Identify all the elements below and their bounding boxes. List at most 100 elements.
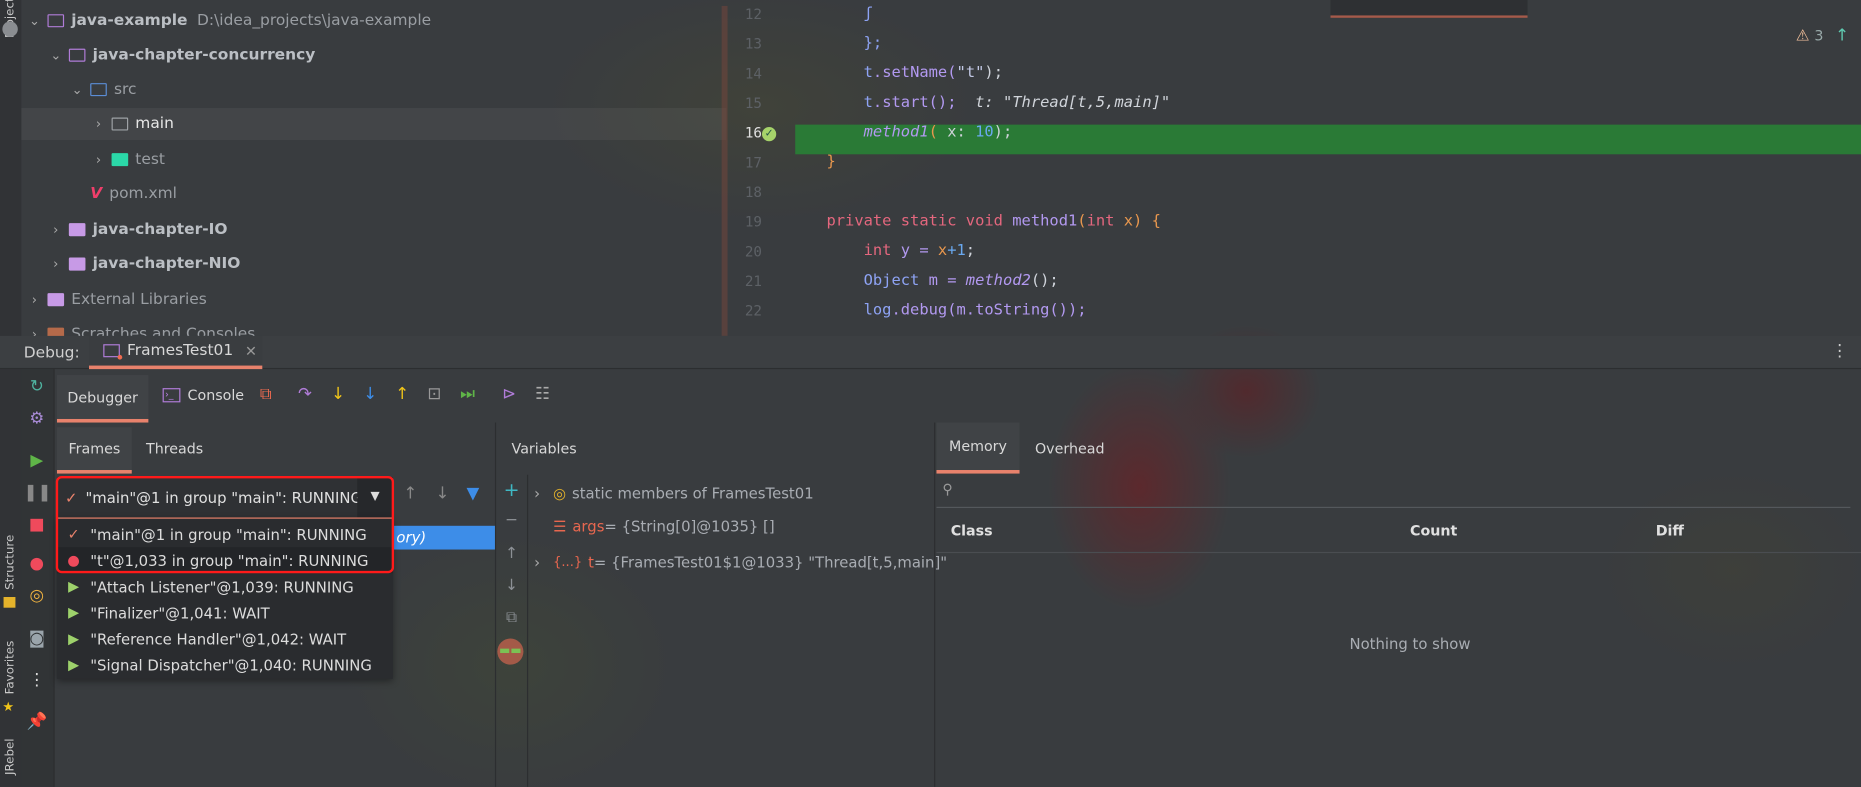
force-step-into-icon[interactable]: ↓	[360, 385, 381, 404]
filter-icon[interactable]: ▼	[466, 484, 479, 503]
tree-item[interactable]: ⌄ src	[21, 75, 137, 103]
memory-search-input[interactable]: ⚲	[936, 477, 1851, 508]
tab-threads[interactable]: Threads	[146, 440, 203, 457]
run-to-cursor-icon[interactable]: ⏭	[457, 385, 478, 404]
line-number[interactable]: 13	[726, 36, 762, 53]
code-line[interactable]: t.start(); t: "Thread[t,5,main]"	[789, 94, 1171, 112]
structure-tool-tab[interactable]: Structure	[0, 532, 21, 594]
chevron-right-icon[interactable]: ›	[26, 291, 43, 306]
line-number[interactable]: 21	[726, 273, 762, 290]
more-options-icon[interactable]: ⋮	[1831, 342, 1848, 361]
code-line[interactable]: ʃ	[789, 5, 873, 23]
camera-icon[interactable]: ◙	[24, 629, 50, 648]
move-down-icon[interactable]: ↓	[503, 577, 520, 595]
column-count[interactable]: Count	[1410, 522, 1457, 539]
line-number[interactable]: 14	[726, 65, 762, 82]
code-line[interactable]: method1( x: 10);	[789, 123, 1013, 141]
tab-overhead[interactable]: Overhead	[1035, 440, 1105, 457]
tab-frames[interactable]: Frames	[56, 427, 132, 474]
chevron-right-icon[interactable]: ›	[534, 484, 553, 502]
editor-tab-active[interactable]	[1330, 0, 1528, 18]
code-line[interactable]: t.setName("t");	[789, 64, 1003, 82]
next-frame-icon[interactable]: ↓	[436, 484, 450, 503]
settings-gear-icon[interactable]: ⚙	[24, 409, 50, 428]
column-class[interactable]: Class	[951, 522, 993, 539]
line-number[interactable]: 18	[726, 184, 762, 201]
trace-list-icon[interactable]: ☷	[532, 385, 553, 404]
tree-item[interactable]: Vpom.xml	[21, 179, 177, 207]
line-number[interactable]: 12	[726, 6, 762, 23]
stop-icon[interactable]: ■	[24, 515, 50, 534]
line-number[interactable]: 16	[726, 125, 762, 142]
add-watch-icon[interactable]: +	[503, 478, 520, 501]
favorites-tool-tab[interactable]: Favorites	[0, 635, 21, 700]
pause-icon[interactable]: ❚❚	[24, 483, 52, 502]
step-into-icon[interactable]: ↓	[328, 385, 349, 404]
chevron-down-icon[interactable]: ⌄	[69, 81, 86, 96]
tree-item[interactable]: › main	[21, 109, 174, 137]
session-tab-framestest01[interactable]: FramesTest01 ✕	[89, 335, 263, 370]
mute-breakpoints-icon[interactable]: ◎	[24, 586, 50, 605]
step-out-icon[interactable]: ↑	[392, 385, 413, 404]
code-line[interactable]: log.debug(m.toString());	[789, 301, 1087, 320]
chevron-right-icon[interactable]: ›	[90, 116, 107, 131]
tree-item[interactable]: › java-chapter-IO	[21, 215, 227, 243]
view-breakpoints-icon[interactable]: ●	[24, 554, 50, 573]
code-line[interactable]: };	[789, 34, 883, 52]
tree-item[interactable]: › External Libraries	[21, 285, 207, 313]
glasses-icon[interactable]: ▬▬	[497, 638, 524, 665]
tree-item[interactable]: › test	[21, 145, 165, 173]
code-token: .debug(m.toString());	[891, 301, 1087, 320]
tree-item[interactable]: › java-chapter-NIO	[21, 249, 240, 277]
code-line[interactable]: private static void method1(int x) {	[789, 212, 1160, 230]
inspection-widget[interactable]: ⚠ 3 ↑	[1796, 26, 1849, 45]
tab-debugger[interactable]: Debugger	[56, 375, 149, 423]
copy-icon[interactable]: ⧉	[503, 609, 520, 627]
resume-icon[interactable]: ▶	[24, 451, 50, 470]
breakpoint-verified-icon[interactable]: ✓	[761, 126, 777, 142]
remove-watch-icon[interactable]: −	[503, 512, 520, 530]
tree-item[interactable]: ⌄ java-chapter-concurrency	[21, 40, 315, 68]
more-icon[interactable]: ⋮	[24, 671, 50, 690]
chevron-down-icon[interactable]: ⌄	[47, 47, 64, 62]
chevron-right-icon[interactable]: ›	[90, 151, 107, 166]
line-number[interactable]: 15	[726, 95, 762, 112]
selected-frame[interactable]: ory)	[391, 525, 495, 550]
variable-args[interactable]: ☰ args = {String[0]@1035} []	[553, 513, 775, 539]
line-number[interactable]: 22	[726, 303, 762, 320]
code-line[interactable]: }	[789, 153, 835, 171]
variable-value: = {FramesTest01$1@1033} "Thread[t,5,main…	[593, 552, 948, 571]
line-number[interactable]: 17	[726, 154, 762, 171]
code-editor[interactable]: ⚠ 3 ↑ 12 ʃ 13 }; 14 t.setName("t"); 15 t.st…	[721, 0, 1861, 336]
tab-debugger-label: Debugger	[67, 388, 138, 406]
step-over-icon[interactable]: ↷	[294, 385, 315, 404]
tab-console[interactable]: ›_ Console	[162, 387, 244, 404]
chevron-down-icon[interactable]: ⌄	[26, 12, 43, 27]
arrow-up-icon[interactable]: ↑	[1835, 26, 1849, 45]
line-number[interactable]: 19	[726, 214, 762, 231]
variable-t[interactable]: › {...} t = {FramesTest01$1@1033} "Threa…	[534, 548, 947, 574]
move-up-icon[interactable]: ↑	[503, 545, 520, 563]
evaluate-expression-icon[interactable]: ⊳	[498, 385, 519, 404]
rerun-icon[interactable]: ↻	[24, 377, 50, 396]
previous-frame-icon[interactable]: ↑	[404, 484, 418, 503]
jrebel-tool-tab[interactable]: JRebel	[0, 730, 21, 783]
close-icon[interactable]: ✕	[245, 342, 257, 359]
variable-static-members[interactable]: › ◎ static members of FramesTest01	[534, 480, 814, 506]
thread-option[interactable]: ▶ "Reference Handler"@1,042: WAIT	[57, 625, 393, 651]
line-number[interactable]: 20	[726, 243, 762, 260]
code-line[interactable]: int y = x+1;	[789, 242, 975, 260]
thread-option[interactable]: ▶ "Signal Dispatcher"@1,040: RUNNING	[57, 652, 393, 678]
drop-frame-icon[interactable]: ⊡	[424, 385, 445, 404]
column-diff[interactable]: Diff	[1656, 522, 1684, 539]
chevron-right-icon[interactable]: ›	[534, 553, 553, 571]
tab-memory[interactable]: Memory	[936, 422, 1020, 474]
chevron-right-icon[interactable]: ›	[47, 256, 64, 271]
thread-option[interactable]: ▶ "Finalizer"@1,041: WAIT	[57, 599, 393, 625]
pin-icon[interactable]: 📌	[24, 712, 50, 731]
restore-layout-icon[interactable]: ⧉	[255, 385, 276, 404]
chevron-right-icon[interactable]: ›	[47, 221, 64, 236]
code-line[interactable]: Object m = method2();	[789, 272, 1059, 290]
thread-option[interactable]: ▶ "Attach Listener"@1,039: RUNNING	[57, 573, 393, 599]
tree-item[interactable]: ⌄ java-example D:\idea_projects\java-examp…	[21, 6, 431, 34]
